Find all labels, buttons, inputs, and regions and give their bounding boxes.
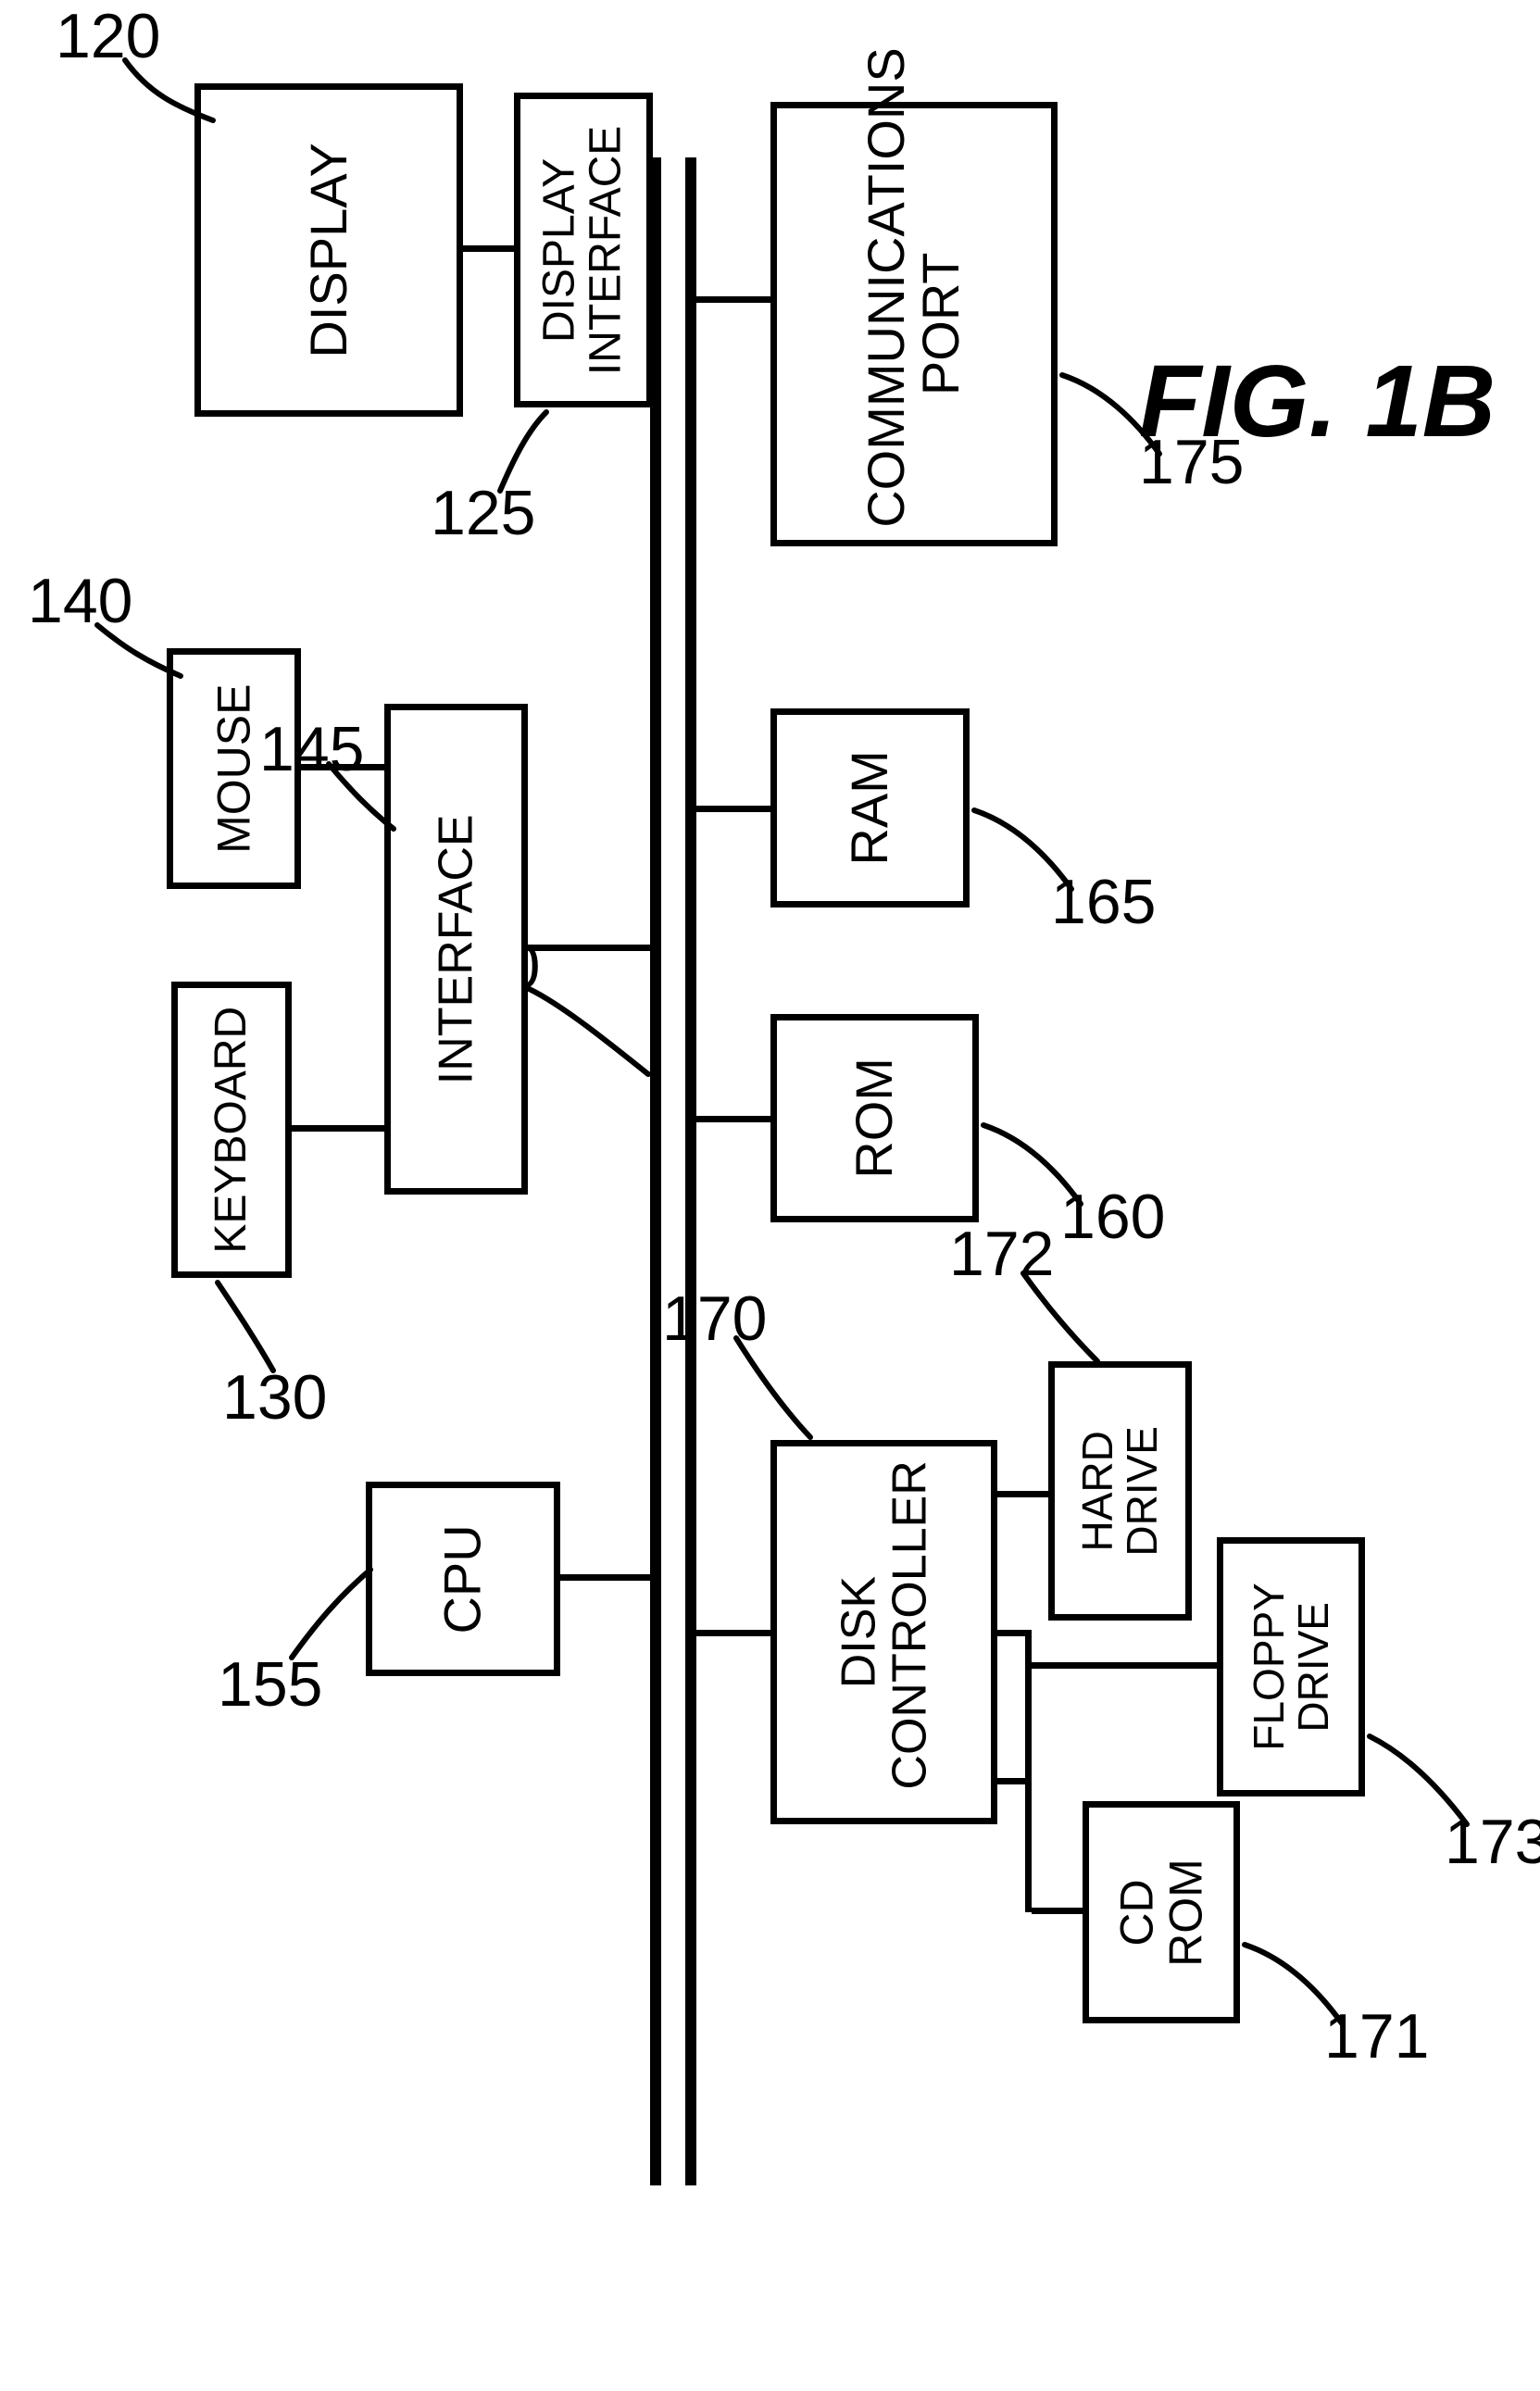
ref-160: 160 bbox=[1060, 1181, 1165, 1253]
conn-bus-to-commport bbox=[696, 296, 770, 303]
conn-cpu-bus bbox=[560, 1574, 653, 1581]
conn-bus-ram bbox=[696, 806, 770, 812]
block-floppy-drive: FLOPPY DRIVE bbox=[1217, 1537, 1365, 1796]
ref-130: 130 bbox=[222, 1361, 327, 1433]
block-keyboard: KEYBOARD bbox=[171, 982, 292, 1278]
block-comm-port: COMMUNICATIONS PORT bbox=[770, 102, 1058, 546]
diagram-canvas: 150 DISPLAY 120 DISPLAY INTERFACE 125 CO… bbox=[0, 0, 1540, 2391]
conn-bus-disk bbox=[696, 1630, 770, 1636]
conn-display-to-if bbox=[463, 245, 519, 252]
block-cd-rom: CD ROM bbox=[1083, 1801, 1240, 2023]
block-cpu: CPU bbox=[366, 1482, 560, 1676]
ref-120: 120 bbox=[56, 0, 160, 72]
bus-line-right bbox=[685, 157, 696, 2185]
ref-165: 165 bbox=[1051, 866, 1156, 938]
bus-line-left bbox=[650, 157, 661, 2185]
conn-disk-trunk bbox=[1025, 1630, 1032, 1912]
conn-disk-hard bbox=[997, 1491, 1048, 1497]
ref-172: 172 bbox=[949, 1218, 1054, 1290]
ref-173: 173 bbox=[1445, 1806, 1540, 1878]
ref-125: 125 bbox=[431, 477, 535, 549]
conn-disk-floppy bbox=[997, 1778, 1030, 1784]
ref-171: 171 bbox=[1324, 2000, 1429, 2072]
conn-trunk-long bbox=[1025, 1630, 1032, 1667]
block-display: DISPLAY bbox=[194, 83, 463, 417]
conn-trunk-floppy bbox=[1032, 1662, 1217, 1669]
block-rom: ROM bbox=[770, 1014, 979, 1222]
block-display-interface: DISPLAY INTERFACE bbox=[514, 93, 653, 407]
conn-interface-bus bbox=[528, 945, 653, 951]
block-ram: RAM bbox=[770, 708, 970, 908]
conn-keyboard-if bbox=[292, 1125, 384, 1132]
figure-label: FIG. 1B bbox=[1139, 343, 1496, 460]
ref-155: 155 bbox=[218, 1648, 322, 1721]
ref-140: 140 bbox=[28, 565, 132, 637]
ref-145: 145 bbox=[259, 713, 364, 785]
conn-bus-rom bbox=[696, 1116, 770, 1122]
block-hard-drive: HARD DRIVE bbox=[1048, 1361, 1192, 1621]
ref-170: 170 bbox=[662, 1283, 767, 1355]
conn-disk-cd bbox=[1032, 1908, 1083, 1914]
leader-150 bbox=[519, 982, 667, 1093]
block-disk-controller: DISK CONTROLLER bbox=[770, 1440, 997, 1824]
